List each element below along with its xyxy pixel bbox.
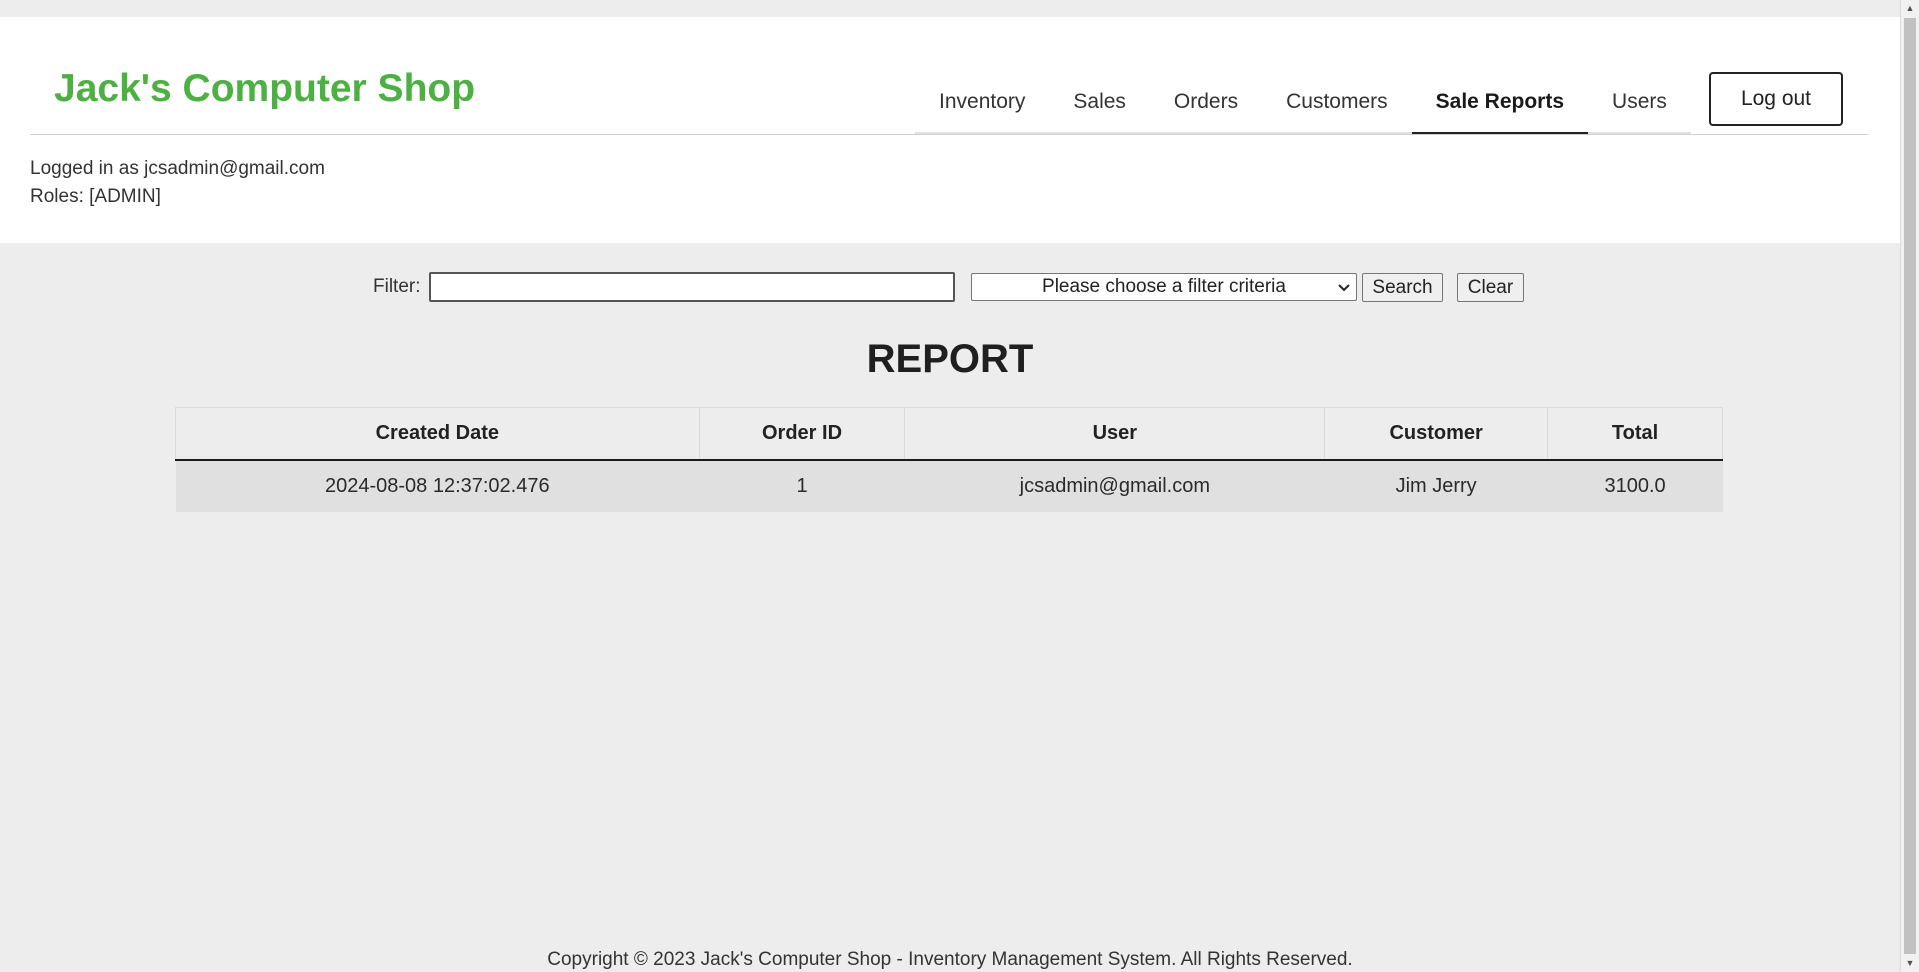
- table-row[interactable]: 2024-08-08 12:37:02.476 1 jcsadmin@gmail…: [175, 460, 1723, 512]
- filter-criteria-value: Please choose a filter criteria: [1042, 276, 1286, 297]
- column-header-created-date[interactable]: Created Date: [175, 407, 700, 461]
- nav-orders[interactable]: Orders: [1150, 83, 1262, 132]
- cell-created-date: 2024-08-08 12:37:02.476: [175, 460, 700, 512]
- report-table: Created Date Order ID User Customer Tota…: [175, 407, 1723, 512]
- nav-sales[interactable]: Sales: [1049, 83, 1150, 132]
- scroll-thumb[interactable]: [1904, 18, 1916, 954]
- scroll-up-icon[interactable]: ▲: [1901, 0, 1919, 17]
- nav-inventory[interactable]: Inventory: [915, 83, 1049, 132]
- filter-bar: Filter: Please choose a filter criteria …: [0, 272, 1900, 302]
- cell-user: jcsadmin@gmail.com: [904, 460, 1325, 512]
- nav-customers[interactable]: Customers: [1262, 83, 1412, 132]
- column-header-total[interactable]: Total: [1547, 407, 1723, 461]
- cell-order-id: 1: [699, 460, 905, 512]
- scroll-down-icon[interactable]: ▼: [1901, 955, 1919, 972]
- cell-customer: Jim Jerry: [1324, 460, 1548, 512]
- nav-sale-reports[interactable]: Sale Reports: [1411, 83, 1589, 135]
- search-button[interactable]: Search: [1362, 273, 1443, 302]
- header-divider: [30, 134, 1868, 135]
- table-header-row: Created Date Order ID User Customer Tota…: [175, 407, 1723, 461]
- column-header-order-id[interactable]: Order ID: [699, 407, 906, 461]
- column-header-customer[interactable]: Customer: [1324, 407, 1549, 461]
- chevron-down-icon: [1338, 275, 1350, 309]
- brand-title[interactable]: Jack's Computer Shop: [54, 67, 475, 111]
- logout-button[interactable]: Log out: [1709, 72, 1843, 126]
- logged-in-text: Logged in as jcsadmin@gmail.com: [30, 158, 325, 179]
- roles-text: Roles: [ADMIN]: [30, 186, 161, 207]
- column-header-user[interactable]: User: [904, 407, 1326, 461]
- main-nav: Inventory Sales Orders Customers Sale Re…: [915, 83, 1691, 135]
- report-title: REPORT: [866, 337, 1034, 381]
- nav-users[interactable]: Users: [1588, 83, 1691, 132]
- clear-button[interactable]: Clear: [1457, 273, 1524, 302]
- cell-total: 3100.0: [1547, 460, 1723, 512]
- filter-criteria-select[interactable]: Please choose a filter criteria: [971, 273, 1357, 301]
- user-info: Logged in as jcsadmin@gmail.com Roles: […: [30, 155, 325, 211]
- filter-label: Filter:: [373, 276, 421, 297]
- footer-copyright: Copyright © 2023 Jack's Computer Shop - …: [547, 949, 1353, 970]
- header: Jack's Computer Shop Inventory Sales Ord…: [0, 17, 1900, 243]
- page: Jack's Computer Shop Inventory Sales Ord…: [0, 0, 1900, 972]
- vertical-scrollbar[interactable]: ▲ ▼: [1900, 0, 1919, 972]
- filter-input[interactable]: [429, 272, 955, 302]
